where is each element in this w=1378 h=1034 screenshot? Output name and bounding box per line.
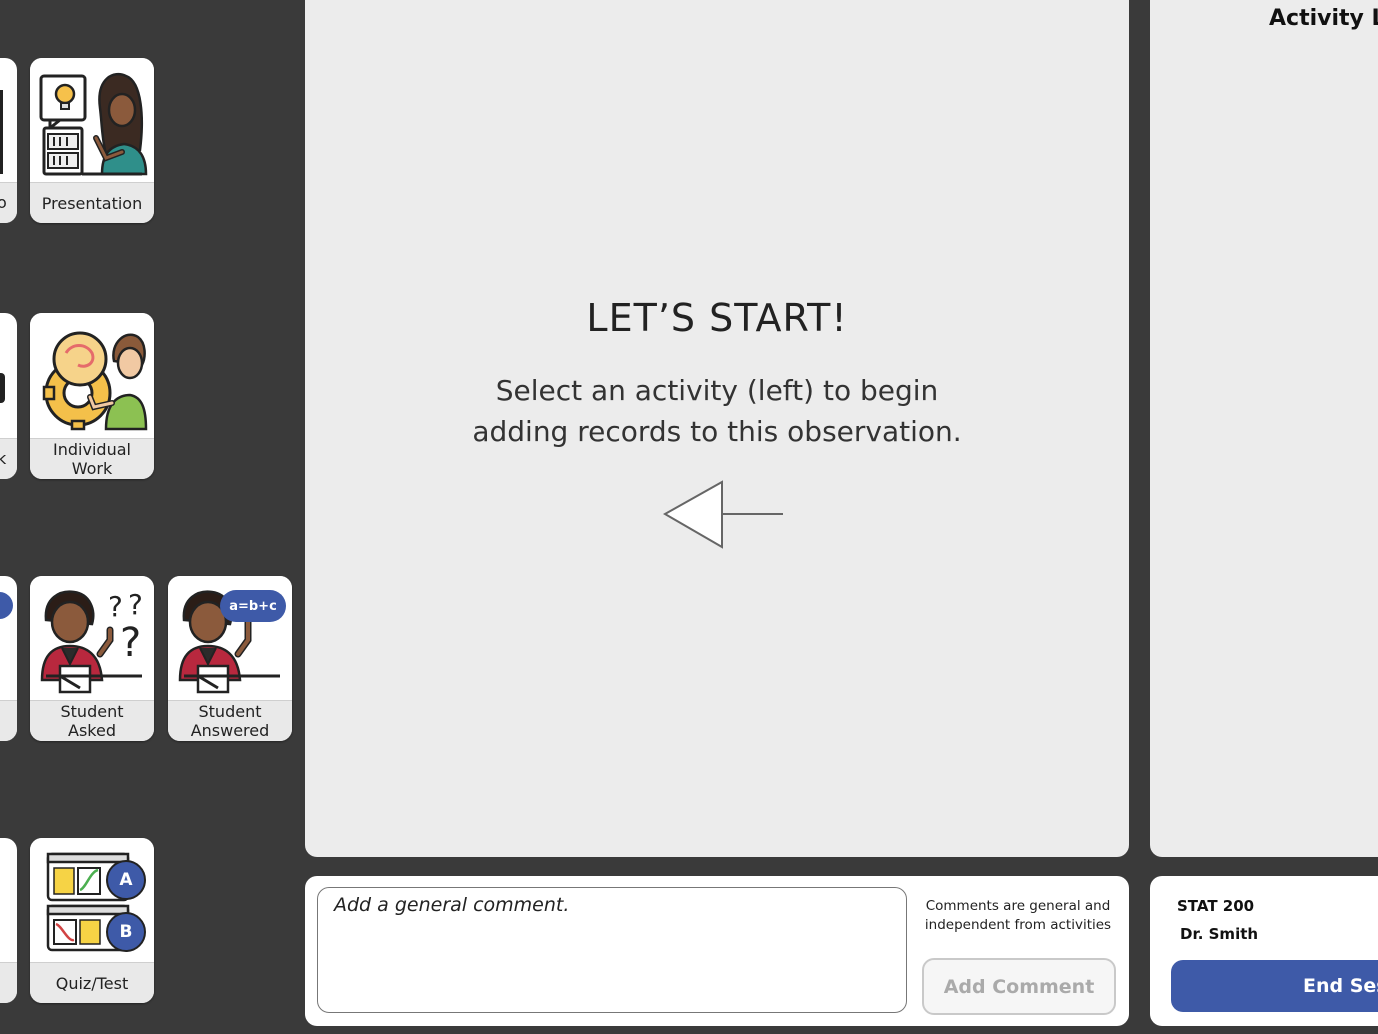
equation-badge: a=b+c: [220, 590, 286, 622]
course-name: STAT 200: [1177, 897, 1255, 915]
partial-card-row1[interactable]: o: [0, 58, 17, 223]
activity-card-label: Student Answered: [168, 700, 292, 741]
partial-card-art: [0, 90, 3, 174]
activity-card-individual-work[interactable]: Individual Work: [30, 313, 154, 479]
activity-card-student-answered[interactable]: a=b+c Student Answered: [168, 576, 292, 741]
activity-card-label: Student Asked: [30, 700, 154, 741]
activity-card-label: Presentation: [30, 182, 154, 223]
activity-card-label: Individual Work: [30, 438, 154, 479]
partial-card-label: o: [0, 182, 17, 223]
activity-card-student-asked[interactable]: ? ? ? Student Asked: [30, 576, 154, 741]
activity-log-panel: [1150, 0, 1378, 857]
partial-card-row4[interactable]: [0, 838, 17, 1003]
add-comment-button[interactable]: Add Comment: [922, 958, 1116, 1015]
svg-text:?: ?: [120, 620, 141, 666]
partial-card-label: k: [0, 438, 17, 479]
arrow-left-icon: [662, 480, 783, 549]
svg-text:?: ?: [108, 590, 123, 623]
presentation-icon: [30, 58, 154, 182]
partial-card-art: [0, 373, 5, 403]
instructor-name: Dr. Smith: [1180, 925, 1259, 943]
option-b-icon: B: [106, 912, 146, 952]
start-title: LET’S START!: [586, 296, 848, 340]
comment-note: Comments are general and independent fro…: [924, 898, 1112, 933]
activity-card-label: Quiz/Test: [30, 962, 154, 1003]
activity-card-quiz-test[interactable]: A B Quiz/Test: [30, 838, 154, 1003]
partial-card-label: [0, 700, 17, 741]
start-instructions-line1: Select an activity (left) to begin: [495, 374, 939, 407]
partial-card-row2[interactable]: k: [0, 313, 17, 479]
start-instructions: Select an activity (left) to begin addin…: [305, 370, 1129, 452]
activity-card-presentation[interactable]: Presentation: [30, 58, 154, 223]
individual-work-icon: [30, 313, 154, 437]
start-instructions-line2: adding records to this observation.: [472, 415, 962, 448]
activity-log-title: Activity Log: [1269, 6, 1378, 31]
general-comment-input[interactable]: [317, 887, 907, 1013]
partial-card-row3[interactable]: [0, 576, 17, 741]
partial-badge-icon: [0, 592, 13, 619]
option-a-icon: A: [106, 860, 146, 900]
student-asked-icon: ? ? ?: [30, 576, 154, 700]
partial-card-label: [0, 962, 17, 1003]
end-session-button[interactable]: End Session: [1171, 960, 1378, 1012]
svg-text:?: ?: [128, 588, 143, 621]
